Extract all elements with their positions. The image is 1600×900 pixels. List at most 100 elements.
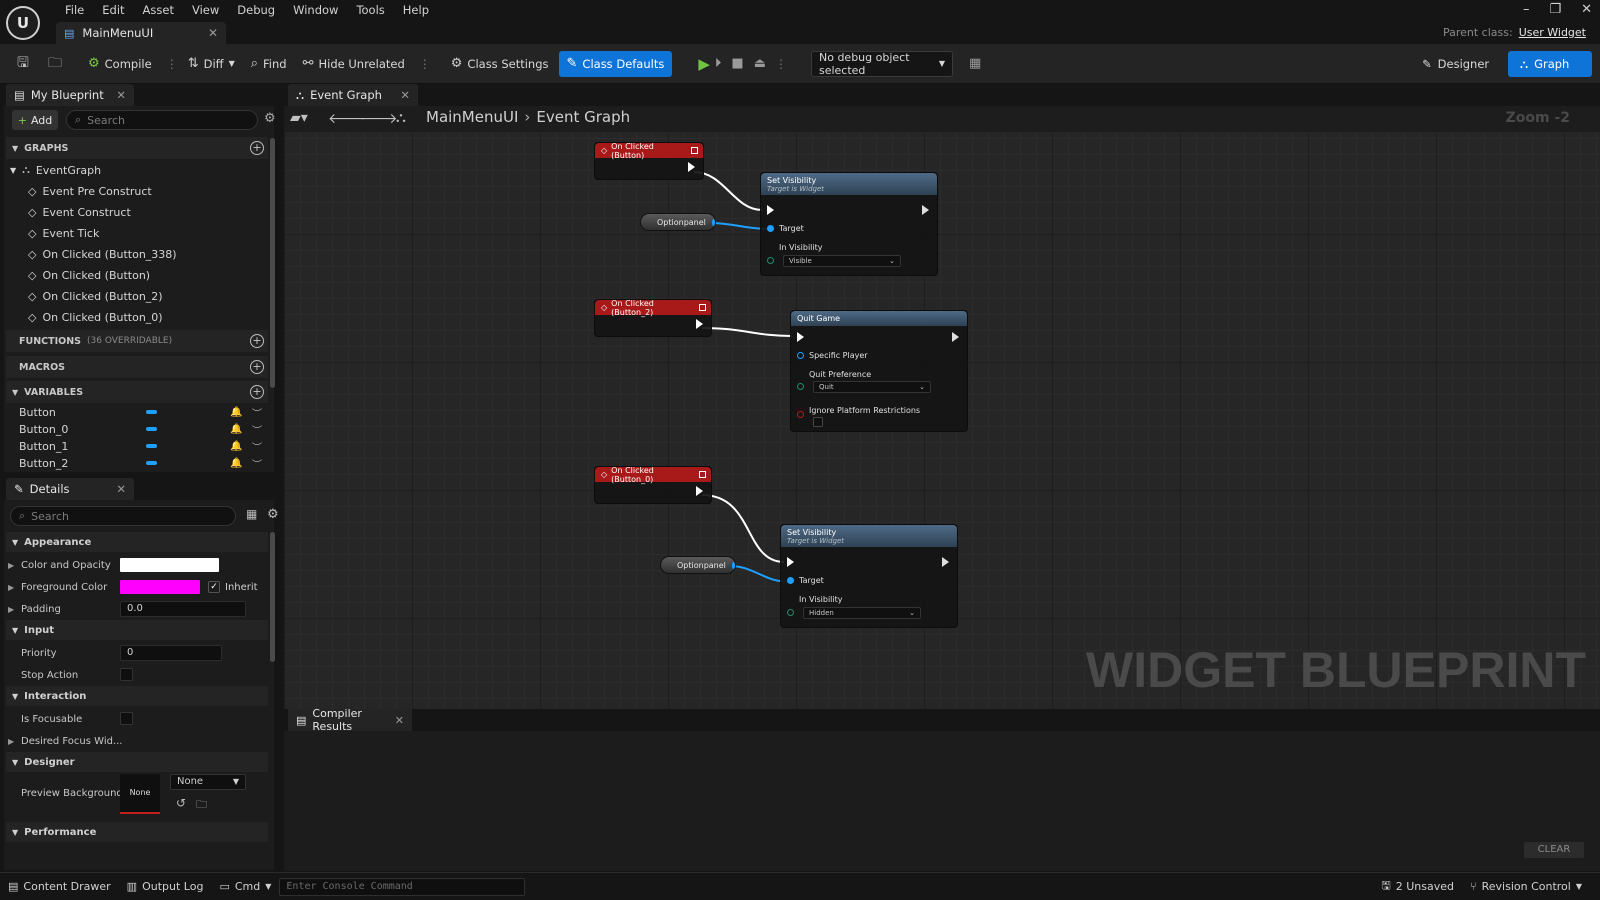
menu-asset[interactable]: Asset bbox=[134, 2, 183, 18]
eject-icon[interactable]: ⏏ bbox=[754, 56, 766, 71]
target-pin[interactable]: Target bbox=[787, 576, 824, 585]
menu-window[interactable]: Window bbox=[284, 2, 347, 18]
performance-section[interactable]: ▼ Performance bbox=[6, 822, 268, 842]
table-view-icon[interactable]: ▦ bbox=[246, 507, 257, 521]
eye-closed-icon[interactable]: ︶ bbox=[252, 405, 262, 420]
my-blueprint-tab[interactable]: ▤ My Blueprint ✕ bbox=[6, 84, 134, 106]
in-visibility-dropdown[interactable]: Visible ⌄ bbox=[783, 255, 901, 267]
preview-background-swatch[interactable]: None bbox=[120, 774, 160, 814]
expand-arrow-icon[interactable]: ▶ bbox=[8, 561, 14, 570]
exec-in-pin[interactable] bbox=[787, 557, 794, 567]
close-icon[interactable]: ✕ bbox=[395, 714, 404, 727]
more-options-icon[interactable]: ⋮ bbox=[419, 57, 431, 71]
play-options-icon[interactable]: ⋮ bbox=[775, 57, 787, 71]
play-icon[interactable]: ▶ bbox=[698, 55, 710, 73]
document-tab[interactable]: ▤ MainMenuUI ✕ bbox=[56, 22, 226, 44]
functions-section-header[interactable]: FUNCTIONS (36 OVERRIDABLE) + bbox=[6, 330, 268, 352]
ignore-platform-checkbox[interactable] bbox=[813, 417, 823, 427]
close-icon[interactable]: ✕ bbox=[400, 88, 410, 102]
priority-input[interactable]: 0 bbox=[120, 645, 222, 661]
debug-object-select[interactable]: No debug object selected ▼ bbox=[810, 50, 953, 77]
bell-icon[interactable]: 🔔 bbox=[230, 441, 242, 452]
content-drawer-button[interactable]: ▤ Content Drawer bbox=[0, 873, 119, 900]
tree-on-clicked-button-338[interactable]: ◇ On Clicked (Button_338) bbox=[28, 244, 177, 264]
close-icon[interactable]: ✕ bbox=[116, 482, 126, 496]
exec-out-pin[interactable] bbox=[696, 319, 703, 329]
exec-in-pin[interactable] bbox=[767, 205, 774, 215]
add-function-icon[interactable]: + bbox=[250, 334, 264, 348]
exec-out-pin[interactable] bbox=[942, 557, 949, 567]
compile-button[interactable]: ⚙ Compile bbox=[82, 51, 158, 77]
specific-player-pin[interactable]: Specific Player bbox=[797, 351, 868, 360]
settings-gear-icon[interactable]: ⚙ bbox=[267, 507, 279, 522]
exec-in-pin[interactable] bbox=[797, 332, 804, 342]
variable-row[interactable]: Button_0 🔔 ︶ bbox=[6, 421, 268, 437]
appearance-section[interactable]: ▼ Appearance bbox=[6, 532, 268, 552]
exec-out-pin[interactable] bbox=[922, 205, 929, 215]
output-log-button[interactable]: ▥ Output Log bbox=[119, 873, 212, 900]
bell-icon[interactable]: 🔔 bbox=[230, 407, 242, 418]
event-node-on-clicked-button[interactable]: ◇ On Clicked (Button) bbox=[594, 142, 704, 180]
graphs-section-header[interactable]: ▼ GRAPHS + bbox=[6, 137, 268, 159]
tree-event-tick[interactable]: ◇ Event Tick bbox=[28, 223, 99, 243]
unreal-logo-icon[interactable]: U bbox=[6, 6, 40, 40]
variable-row[interactable]: Button_1 🔔 ︶ bbox=[6, 438, 268, 454]
stop-action-checkbox[interactable] bbox=[120, 668, 133, 681]
cmd-select[interactable]: ▭ Cmd ▼ bbox=[211, 873, 279, 900]
designer-mode-button[interactable]: ✎ Designer bbox=[1410, 51, 1501, 77]
compiler-results-tab[interactable]: ▤ Compiler Results ✕ bbox=[288, 707, 412, 733]
interaction-section[interactable]: ▼ Interaction bbox=[6, 686, 268, 706]
optionpanel-variable-node[interactable]: Optionpanel bbox=[660, 556, 736, 574]
target-pin[interactable]: Target bbox=[767, 224, 804, 233]
hide-unrelated-button[interactable]: ⚯ Hide Unrelated bbox=[297, 51, 411, 77]
menu-view[interactable]: View bbox=[183, 2, 228, 18]
in-visibility-dropdown[interactable]: Hidden ⌄ bbox=[803, 607, 921, 619]
event-graph-canvas[interactable]: ▰▾ 🡐 🡒 ⛬ MainMenuUI › Event Graph Zoom -2 … bbox=[284, 106, 1600, 709]
variable-row[interactable]: Button_2 🔔 ︶ bbox=[6, 455, 268, 471]
tree-event-construct[interactable]: ◇ Event Construct bbox=[28, 202, 131, 222]
macros-section-header[interactable]: MACROS + bbox=[6, 356, 268, 378]
add-macro-icon[interactable]: + bbox=[250, 360, 264, 374]
settings-gear-icon[interactable]: ⚙ bbox=[264, 111, 276, 126]
set-visibility-node[interactable]: Set Visibility Target is Widget Target I… bbox=[760, 172, 938, 276]
optionpanel-variable-node[interactable]: Optionpanel bbox=[640, 213, 716, 231]
console-command-input[interactable]: Enter Console Command bbox=[279, 877, 526, 896]
tree-on-clicked-button-0[interactable]: ◇ On Clicked (Button_0) bbox=[28, 307, 163, 327]
variables-section-header[interactable]: ▼ VARIABLES + bbox=[6, 381, 268, 403]
variable-row[interactable]: Button 🔔 ︶ bbox=[6, 404, 268, 420]
add-variable-icon[interactable]: + bbox=[250, 385, 264, 399]
set-visibility-node[interactable]: Set Visibility Target is Widget Target I… bbox=[780, 524, 958, 628]
details-search-input[interactable]: ⌕ Search bbox=[10, 506, 236, 526]
tree-on-clicked-button-2[interactable]: ◇ On Clicked (Button_2) bbox=[28, 286, 163, 306]
expand-arrow-icon[interactable]: ▶ bbox=[8, 605, 14, 614]
exec-out-pin[interactable] bbox=[688, 162, 695, 172]
step-icon[interactable]: ⏵ bbox=[715, 56, 722, 71]
eye-closed-icon[interactable]: ︶ bbox=[252, 439, 262, 454]
parent-class-link[interactable]: User Widget bbox=[1519, 26, 1586, 39]
output-pin-icon[interactable] bbox=[711, 218, 715, 226]
graph-mode-button[interactable]: ⛬ Graph bbox=[1508, 51, 1592, 77]
eye-closed-icon[interactable]: ︶ bbox=[252, 456, 262, 471]
menu-tools[interactable]: Tools bbox=[347, 2, 393, 18]
stop-icon[interactable]: ■ bbox=[731, 56, 743, 71]
diff-button[interactable]: ⇅ Diff ▼ bbox=[182, 51, 241, 77]
revision-control-button[interactable]: ⑂ Revision Control ▼ bbox=[1462, 873, 1590, 900]
event-node-on-clicked-button-0[interactable]: ◇ On Clicked (Button_0) bbox=[594, 466, 712, 504]
preview-background-select[interactable]: None ▼ bbox=[170, 774, 246, 790]
compile-options-icon[interactable]: ⋮ bbox=[166, 57, 178, 71]
expand-arrow-icon[interactable]: ▶ bbox=[8, 737, 14, 746]
minimize-icon[interactable]: – bbox=[1523, 2, 1530, 17]
color-and-opacity-swatch[interactable] bbox=[120, 558, 219, 572]
clear-button[interactable]: CLEAR bbox=[1524, 842, 1584, 858]
menu-help[interactable]: Help bbox=[394, 2, 438, 18]
foreground-color-swatch[interactable] bbox=[120, 580, 200, 594]
expand-arrow-icon[interactable]: ▶ bbox=[8, 583, 14, 592]
details-tab[interactable]: ✎ Details ✕ bbox=[6, 478, 134, 500]
find-button[interactable]: ⌕ Find bbox=[245, 51, 293, 77]
browse-icon[interactable]: 🗀 bbox=[42, 51, 68, 77]
menu-edit[interactable]: Edit bbox=[93, 2, 133, 18]
close-icon[interactable]: ✕ bbox=[116, 88, 126, 102]
class-defaults-button[interactable]: ✎ Class Defaults bbox=[558, 50, 673, 77]
padding-input[interactable]: 0.0 bbox=[120, 601, 246, 617]
tree-eventgraph[interactable]: ▼ ⛬ EventGraph bbox=[10, 160, 101, 180]
